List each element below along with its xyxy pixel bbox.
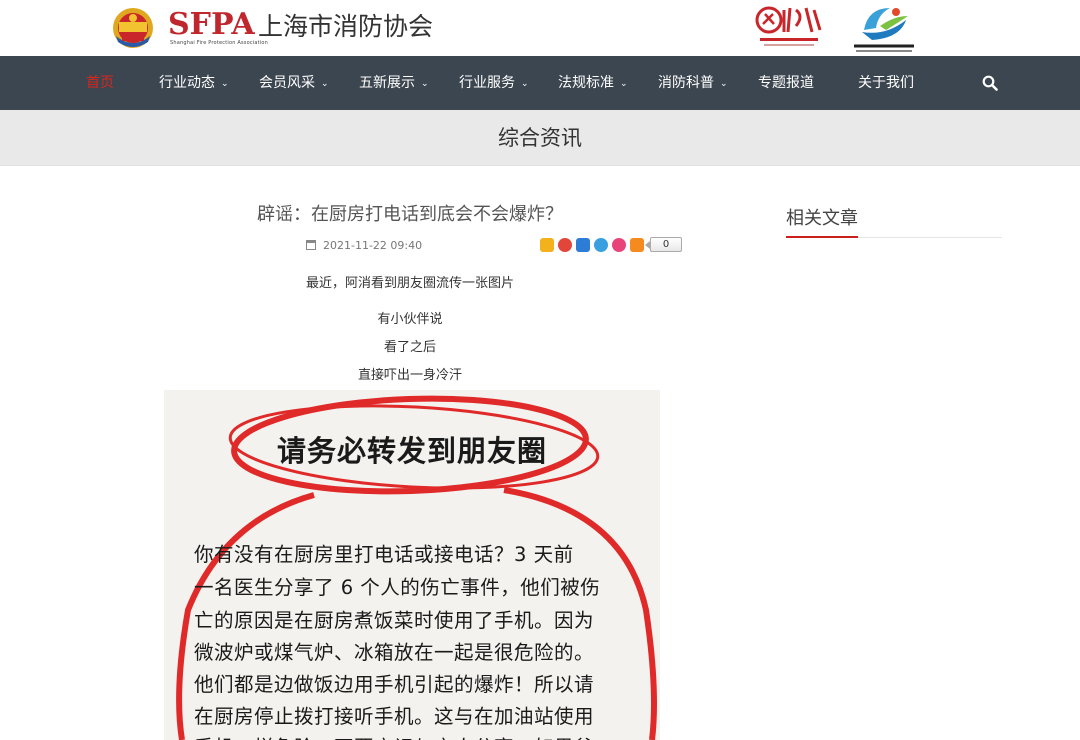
nav-item-about[interactable]: 关于我们 (858, 56, 914, 110)
search-icon[interactable] (982, 75, 998, 91)
page-title-banner: 综合资讯 (0, 110, 1080, 166)
nav-item-label: 关于我们 (858, 75, 914, 91)
article-paragraph: 直接吓出一身冷汗 (357, 368, 462, 383)
chevron-down-icon: ⌄ (720, 79, 728, 89)
main-nav: 首页 行业动态 ⌄ 会员风采 ⌄ 五新展示 ⌄ 行业服务 ⌄ 法规标准 ⌄ 消防科普 ⌄ 专… (0, 56, 1080, 110)
nav-item-special-reports[interactable]: 专题报道 (758, 56, 814, 110)
nav-item-label: 首页 (86, 75, 114, 91)
article-paragraph: 最近，阿消看到朋友圈流传一张图片 (305, 276, 514, 291)
image-text-line: 他们都是边做饭边用手机引起的爆炸！所以请 (194, 673, 595, 696)
chevron-down-icon: ⌄ (321, 79, 329, 89)
logo-title: SFPA (168, 7, 255, 42)
more-share-icon[interactable] (630, 238, 644, 252)
image-text-line: 在厨房停止拨打接听手机。这与在加油站使用 (194, 705, 595, 728)
article-paragraph: 有小伙伴说 (377, 312, 443, 327)
nav-item-industry-news[interactable]: 行业动态 ⌄ (159, 56, 229, 110)
calendar-icon (306, 240, 316, 250)
share-count[interactable]: 0 (645, 237, 682, 252)
image-text-line: 亡的原因是在厨房煮饭菜时使用了手机。因为 (194, 609, 595, 632)
image-text-line: 微波炉或煤气炉、冰箱放在一起是很危险的。 (194, 641, 595, 664)
sidebar-title-underline (786, 236, 858, 238)
image-text-line: 你有没有在厨房里打电话或接电话？3 天前 (194, 543, 574, 566)
nav-item-industry-services[interactable]: 行业服务 ⌄ (459, 56, 529, 110)
nav-item-label: 法规标准 (558, 75, 614, 91)
renren-share-icon[interactable] (576, 238, 590, 252)
tencent-share-icon[interactable] (594, 238, 608, 252)
nav-item-label: 专题报道 (758, 75, 814, 91)
image-text-line: 一名医生分享了 6 个人的伤亡事件，他们被伤 (194, 576, 601, 599)
page-title: 综合资讯 (498, 126, 582, 150)
nav-item-fire-science[interactable]: 消防科普 ⌄ (658, 56, 728, 110)
article-paragraph: 看了之后 (383, 340, 436, 355)
article-title: 辟谣：在厨房打电话到底会不会爆炸？ (257, 204, 563, 225)
article-date: 2021-11-22 09:40 (323, 239, 423, 252)
culture-logo-icon[interactable] (850, 2, 918, 54)
nav-item-members[interactable]: 会员风采 ⌄ (259, 56, 329, 110)
logo-chinese-name: 上海市消防协会 (258, 12, 434, 41)
nav-item-label: 行业服务 (459, 75, 515, 91)
weibo-share-icon[interactable] (558, 238, 572, 252)
kaixin-share-icon[interactable] (612, 238, 626, 252)
chevron-down-icon: ⌄ (421, 79, 429, 89)
chevron-down-icon: ⌄ (221, 79, 229, 89)
sidebar-title: 相关文章 (786, 208, 858, 229)
party-anniversary-logo-icon[interactable] (752, 2, 824, 54)
image-headline: 请务必转发到朋友圈 (276, 434, 547, 468)
chevron-down-icon: ⌄ (620, 79, 628, 89)
site-header: SFPA Shanghai Fire Protection Associatio… (0, 0, 1080, 56)
article-meta: 2021-11-22 09:40 (306, 238, 422, 254)
nav-item-regulations[interactable]: 法规标准 ⌄ (558, 56, 628, 110)
nav-item-label: 行业动态 (159, 75, 215, 91)
article-image: 请务必转发到朋友圈 你有没有在厨房里打电话或接电话？3 天前 一名医生分享了 6… (164, 390, 660, 740)
nav-item-label: 会员风采 (259, 75, 315, 91)
nav-item-label: 消防科普 (658, 75, 714, 91)
fire-association-emblem-icon[interactable] (110, 6, 156, 50)
nav-item-home[interactable]: 首页 (86, 56, 114, 110)
nav-item-five-new[interactable]: 五新展示 ⌄ (359, 56, 429, 110)
logo-subtitle: Shanghai Fire Protection Association (170, 40, 269, 46)
chevron-down-icon: ⌄ (521, 79, 529, 89)
image-text-line: 手机一样危险，不要忘记与亲人分享，如果爸 (194, 731, 594, 740)
nav-item-label: 五新展示 (359, 75, 415, 91)
qzone-share-icon[interactable] (540, 238, 554, 252)
